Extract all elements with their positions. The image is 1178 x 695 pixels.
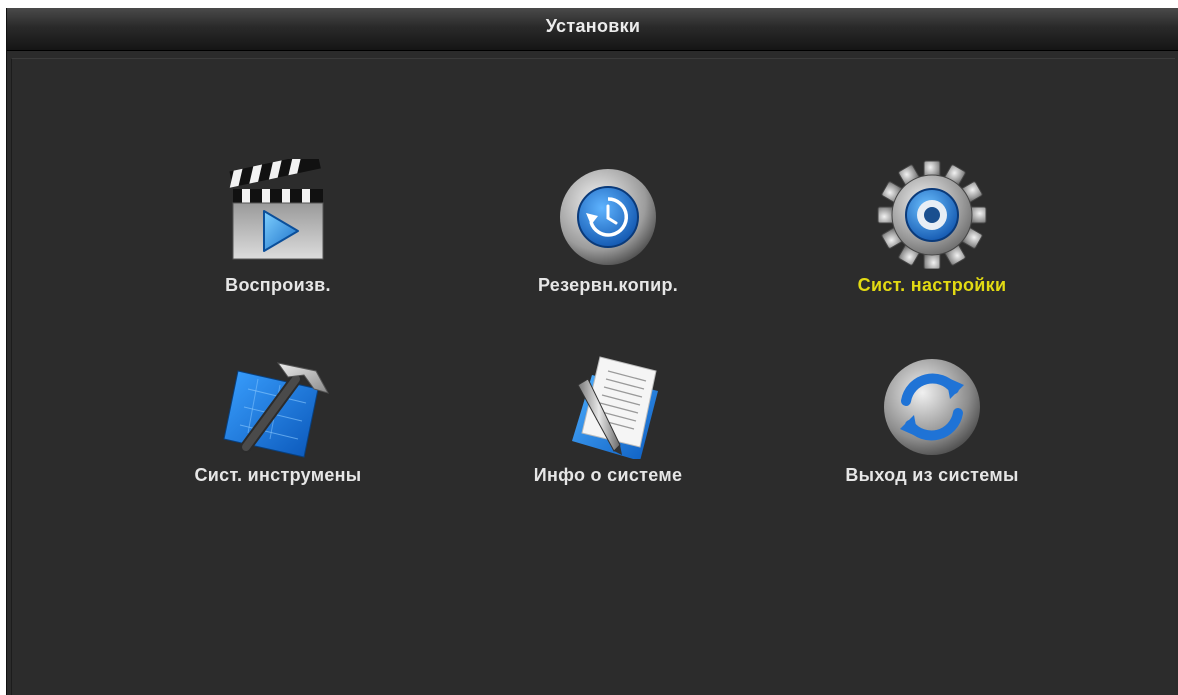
- gear-icon: [877, 160, 987, 269]
- menu-item-settings[interactable]: Сист. настройки: [802, 159, 1062, 296]
- menu-item-label: Сист. настройки: [857, 275, 1007, 295]
- hammer-blueprint-icon: [223, 362, 330, 458]
- menu-item-info[interactable]: Инфо о системе: [478, 349, 738, 486]
- menu-item-logout[interactable]: Выход из системы: [802, 349, 1062, 486]
- menu-item-label: Сист. инструмены: [194, 465, 362, 485]
- menu-item-label: Выход из системы: [845, 465, 1019, 485]
- menu-grid: Воспроизв. Резервн.копир. Сист. настройк…: [11, 58, 1175, 695]
- menu-item-label: Резервн.копир.: [537, 275, 679, 295]
- menu-item-playback[interactable]: Воспроизв.: [148, 159, 408, 296]
- refresh-circle-icon: [884, 359, 980, 455]
- title-bar: Установки: [7, 8, 1178, 51]
- menu-item-label: Воспроизв.: [225, 275, 331, 295]
- menu-item-tools[interactable]: Сист. инструмены: [148, 349, 408, 486]
- menu-item-backup[interactable]: Резервн.копир.: [478, 159, 738, 296]
- clapperboard-icon: [229, 159, 324, 260]
- settings-window: Установки Воспроизв. Резервн.копир. Сист…: [6, 8, 1178, 695]
- window-title: Установки: [545, 16, 641, 36]
- menu-item-label: Инфо о системе: [533, 465, 683, 485]
- document-pen-icon: [572, 356, 658, 459]
- backup-restore-icon: [560, 169, 656, 265]
